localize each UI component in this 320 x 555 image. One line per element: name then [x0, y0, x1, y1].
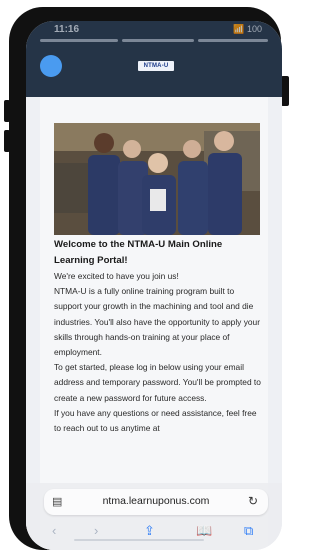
tabs-icon[interactable]: ⧉: [244, 523, 253, 539]
back-icon[interactable]: ‹: [52, 523, 56, 538]
paragraph: NTMA-U is a fully online training progra…: [54, 286, 260, 358]
tab-indicator: [40, 39, 118, 42]
address-bar[interactable]: ▤ ntma.learnuponus.com ↻: [44, 489, 268, 515]
team-photo: [54, 123, 260, 235]
phone-frame: 11:16 📶 100 NTMA-U Welcome to the NTMA-U…: [9, 7, 282, 550]
welcome-title: Welcome to the NTMA-U Main Online Learni…: [54, 239, 223, 266]
status-icons: 📶 100: [233, 24, 262, 34]
browser-toolbar: ▤ ntma.learnuponus.com ↻ ‹ › ⇪ 📖 ⧉: [26, 483, 282, 550]
ntma-logo[interactable]: NTMA-U: [138, 61, 174, 71]
paragraph: We're excited to have you join us!: [54, 271, 179, 281]
tab-indicator: [198, 39, 268, 42]
paragraph: To get started, please log in below usin…: [54, 362, 261, 403]
app-header: 11:16 📶 100 NTMA-U: [26, 21, 282, 97]
share-icon[interactable]: ⇪: [144, 523, 155, 539]
url-text[interactable]: ntma.learnuponus.com: [44, 495, 268, 507]
home-indicator: [74, 539, 204, 541]
power-button: [281, 76, 289, 106]
avatar[interactable]: [40, 55, 62, 77]
forward-icon[interactable]: ›: [94, 523, 98, 538]
bookmarks-icon[interactable]: 📖: [196, 523, 212, 539]
reload-icon[interactable]: ↻: [248, 494, 258, 508]
tab-indicator: [122, 39, 194, 42]
phone-screen: 11:16 📶 100 NTMA-U Welcome to the NTMA-U…: [26, 21, 282, 550]
paragraph: If you have any questions or need assist…: [54, 407, 257, 434]
status-time: 11:16: [54, 24, 80, 35]
welcome-text: Welcome to the NTMA-U Main Online Learni…: [54, 237, 264, 436]
